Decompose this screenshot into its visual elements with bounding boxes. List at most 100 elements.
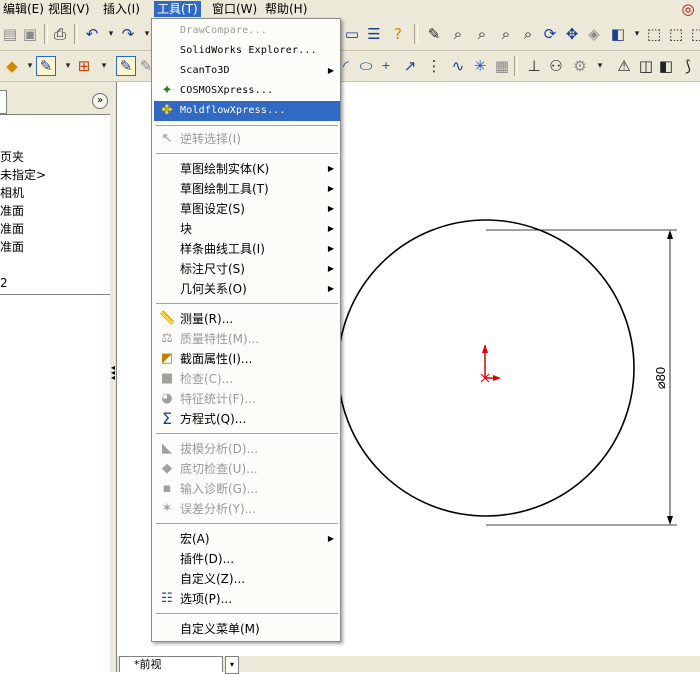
menu-view[interactable]: 视图(V) — [45, 1, 93, 17]
menu-item-options[interactable]: ☷ 选项(P)... — [154, 589, 340, 609]
menu-item-dimensions[interactable]: 标注尺寸(S) ▶ — [154, 259, 340, 279]
zoom-area-icon[interactable]: ⌕ — [472, 24, 492, 44]
menu-item-sketch-entities[interactable]: 草图绘制实体(K) ▶ — [154, 159, 340, 179]
warning-icon[interactable]: ⚠ — [614, 56, 634, 76]
rotate-icon[interactable]: ⟳ — [540, 24, 560, 44]
select-icon[interactable]: ▭ — [342, 24, 362, 44]
offset-entities-icon[interactable]: ⟆ — [678, 56, 698, 76]
spline-icon[interactable]: ∿ — [448, 56, 468, 76]
view-settings-icon[interactable]: ◈ — [584, 24, 604, 44]
grid-icon[interactable]: ▦ — [492, 56, 512, 76]
menu-item-add-ins[interactable]: 插件(D)... — [154, 549, 340, 569]
smart-dimension-icon[interactable]: ⊞ — [74, 56, 94, 76]
options-icon: ☷ — [161, 591, 173, 606]
menu-item-feature-statistics[interactable]: ◕ 特征统计(F)... — [154, 389, 340, 409]
toolbar-separator — [514, 56, 518, 76]
toolbar-separator — [74, 24, 78, 44]
panel-splitter[interactable]: ◂ ◂ ◂ — [110, 82, 117, 672]
menu-item-solidworks-explorer[interactable]: SolidWorks Explorer... — [154, 41, 340, 61]
print-icon[interactable]: ⎙ — [50, 24, 70, 44]
zoom-in-out-icon[interactable]: ⌕ — [496, 24, 516, 44]
menu-tools[interactable]: 工具(T) — [154, 1, 201, 17]
menu-item-draft-analysis[interactable]: ◣ 拔模分析(D)... — [154, 439, 340, 459]
menu-separator — [156, 125, 338, 127]
chevron-down-icon[interactable]: ▾ — [94, 56, 114, 76]
menu-item-import-diagnostics[interactable]: ▪ 输入诊断(G)... — [154, 479, 340, 499]
settings-icon[interactable]: ⚙ — [570, 56, 590, 76]
solidworks-logo-icon[interactable]: ◎ — [678, 0, 698, 19]
menu-item-blocks[interactable]: 块 ▶ — [154, 219, 340, 239]
zoom-selection-icon[interactable]: ⌕ — [518, 24, 538, 44]
menu-item-customize[interactable]: 自定义(Z)... — [154, 569, 340, 589]
menu-item-sketch-settings[interactable]: 草图设定(S) ▶ — [154, 199, 340, 219]
exit-sketch-icon[interactable]: ✎ — [116, 56, 136, 76]
menu-item-macro[interactable]: 宏(A) ▶ — [154, 529, 340, 549]
sketch-icon[interactable]: ✎ — [36, 56, 56, 76]
menu-item-undercut-detection[interactable]: ◆ 底切检查(U)... — [154, 459, 340, 479]
point-plus-icon[interactable]: + — [376, 56, 396, 76]
menu-item-section-properties[interactable]: ◩ 截面属性(I)... — [154, 349, 340, 369]
menu-window[interactable]: 窗口(W) — [209, 1, 260, 17]
tree-item-camera[interactable]: 相机 — [0, 184, 24, 202]
chevron-down-icon[interactable]: ▾ — [225, 656, 239, 674]
sketch-tool-icon[interactable]: ✎ — [424, 24, 444, 44]
trim-icon[interactable]: ↗ — [400, 56, 420, 76]
menu-item-equations[interactable]: Σ 方程式(Q)... — [154, 409, 340, 429]
menu-help[interactable]: 帮助(H) — [262, 1, 310, 17]
construction-geometry-icon[interactable]: ◫ — [636, 56, 656, 76]
pan-icon[interactable]: ✥ — [562, 24, 582, 44]
submenu-arrow-icon: ▶ — [327, 66, 334, 75]
menu-item-spline-tools[interactable]: 样条曲线工具(I) ▶ — [154, 239, 340, 259]
menu-edit[interactable]: 编辑(E) — [0, 1, 47, 17]
centerline-icon[interactable]: ⋮ — [424, 56, 444, 76]
menu-item-moldflowxpress[interactable]: ✤ MoldflowXpress... — [154, 101, 340, 121]
submenu-arrow-icon: ▶ — [327, 284, 334, 293]
tools-menu: DrawCompare... SolidWorks Explorer... Sc… — [151, 18, 341, 642]
display-relations-icon[interactable]: ⚇ — [546, 56, 566, 76]
properties-icon[interactable]: ☰ — [364, 24, 384, 44]
standard-views-icon[interactable]: ◧ — [608, 24, 628, 44]
hidden-lines-icon[interactable]: ⬚ — [666, 24, 686, 44]
menu-item-sketch-tools[interactable]: 草图绘制工具(T) ▶ — [154, 179, 340, 199]
sketch-circle[interactable] — [337, 219, 635, 517]
menu-item-reverse-select[interactable]: ↖ 逆转选择(I) — [154, 129, 340, 149]
menu-item-cosmosxpress[interactable]: ✦ COSMOSXpress... — [154, 81, 340, 101]
view-tab-front[interactable]: *前视 — [119, 656, 223, 672]
wireframe-icon[interactable]: ⬚ — [644, 24, 664, 44]
ellipse-icon[interactable]: ⬭ — [356, 56, 376, 76]
menu-item-drawcompare[interactable]: DrawCompare... — [154, 21, 340, 41]
file-icon[interactable]: ▤ — [0, 24, 20, 44]
help-icon[interactable]: ? — [388, 24, 408, 44]
splitter-grip-icon[interactable]: ◂ ◂ ◂ — [110, 364, 116, 382]
shaded-icon[interactable]: ⬚ — [688, 24, 700, 44]
dimension-icon[interactable]: ◆ — [2, 56, 22, 76]
tree-item-folder[interactable]: 页夹 — [0, 148, 24, 166]
tree-item-sketch[interactable]: 2 — [0, 274, 8, 292]
zoom-to-fit-icon[interactable]: ⌕ — [448, 24, 468, 44]
tree-item-plane-right[interactable]: 准面 — [0, 238, 24, 256]
mirror-icon[interactable]: ◧ — [656, 56, 676, 76]
diameter-dimension-label[interactable]: ⌀80 — [653, 367, 668, 389]
menu-item-check[interactable]: ■ 检查(C)... — [154, 369, 340, 389]
tree-item-plane-top[interactable]: 准面 — [0, 220, 24, 238]
submenu-arrow-icon: ▶ — [327, 204, 334, 213]
undo-icon[interactable]: ↶ — [82, 24, 102, 44]
collapse-icon[interactable]: » — [92, 93, 108, 109]
menu-item-scanto3d[interactable]: ScanTo3D ▶ — [154, 61, 340, 81]
tree-item-material[interactable]: 未指定> — [0, 166, 46, 184]
point-icon[interactable]: ✳ — [470, 56, 490, 76]
redo-icon[interactable]: ↷ — [118, 24, 138, 44]
panel-tab[interactable] — [0, 90, 7, 114]
menu-item-measure[interactable]: 📏 测量(R)... — [154, 309, 340, 329]
add-relation-icon[interactable]: ⊥ — [524, 56, 544, 76]
chevron-down-icon[interactable]: ▾ — [590, 56, 610, 76]
tree-item-plane-front[interactable]: 准面 — [0, 202, 24, 220]
submenu-arrow-icon: ▶ — [327, 244, 334, 253]
menu-item-customize-menu[interactable]: 自定义菜单(M) — [154, 619, 340, 639]
menu-item-mass-properties[interactable]: ⚖ 质量特性(M)... — [154, 329, 340, 349]
rebuild-icon[interactable]: ▣ — [20, 24, 40, 44]
menu-item-deviation-analysis[interactable]: ✶ 误差分析(Y)... — [154, 499, 340, 519]
menu-item-relations[interactable]: 几何关系(O) ▶ — [154, 279, 340, 299]
section-properties-icon: ◩ — [160, 351, 174, 366]
menu-insert[interactable]: 插入(I) — [100, 1, 143, 17]
